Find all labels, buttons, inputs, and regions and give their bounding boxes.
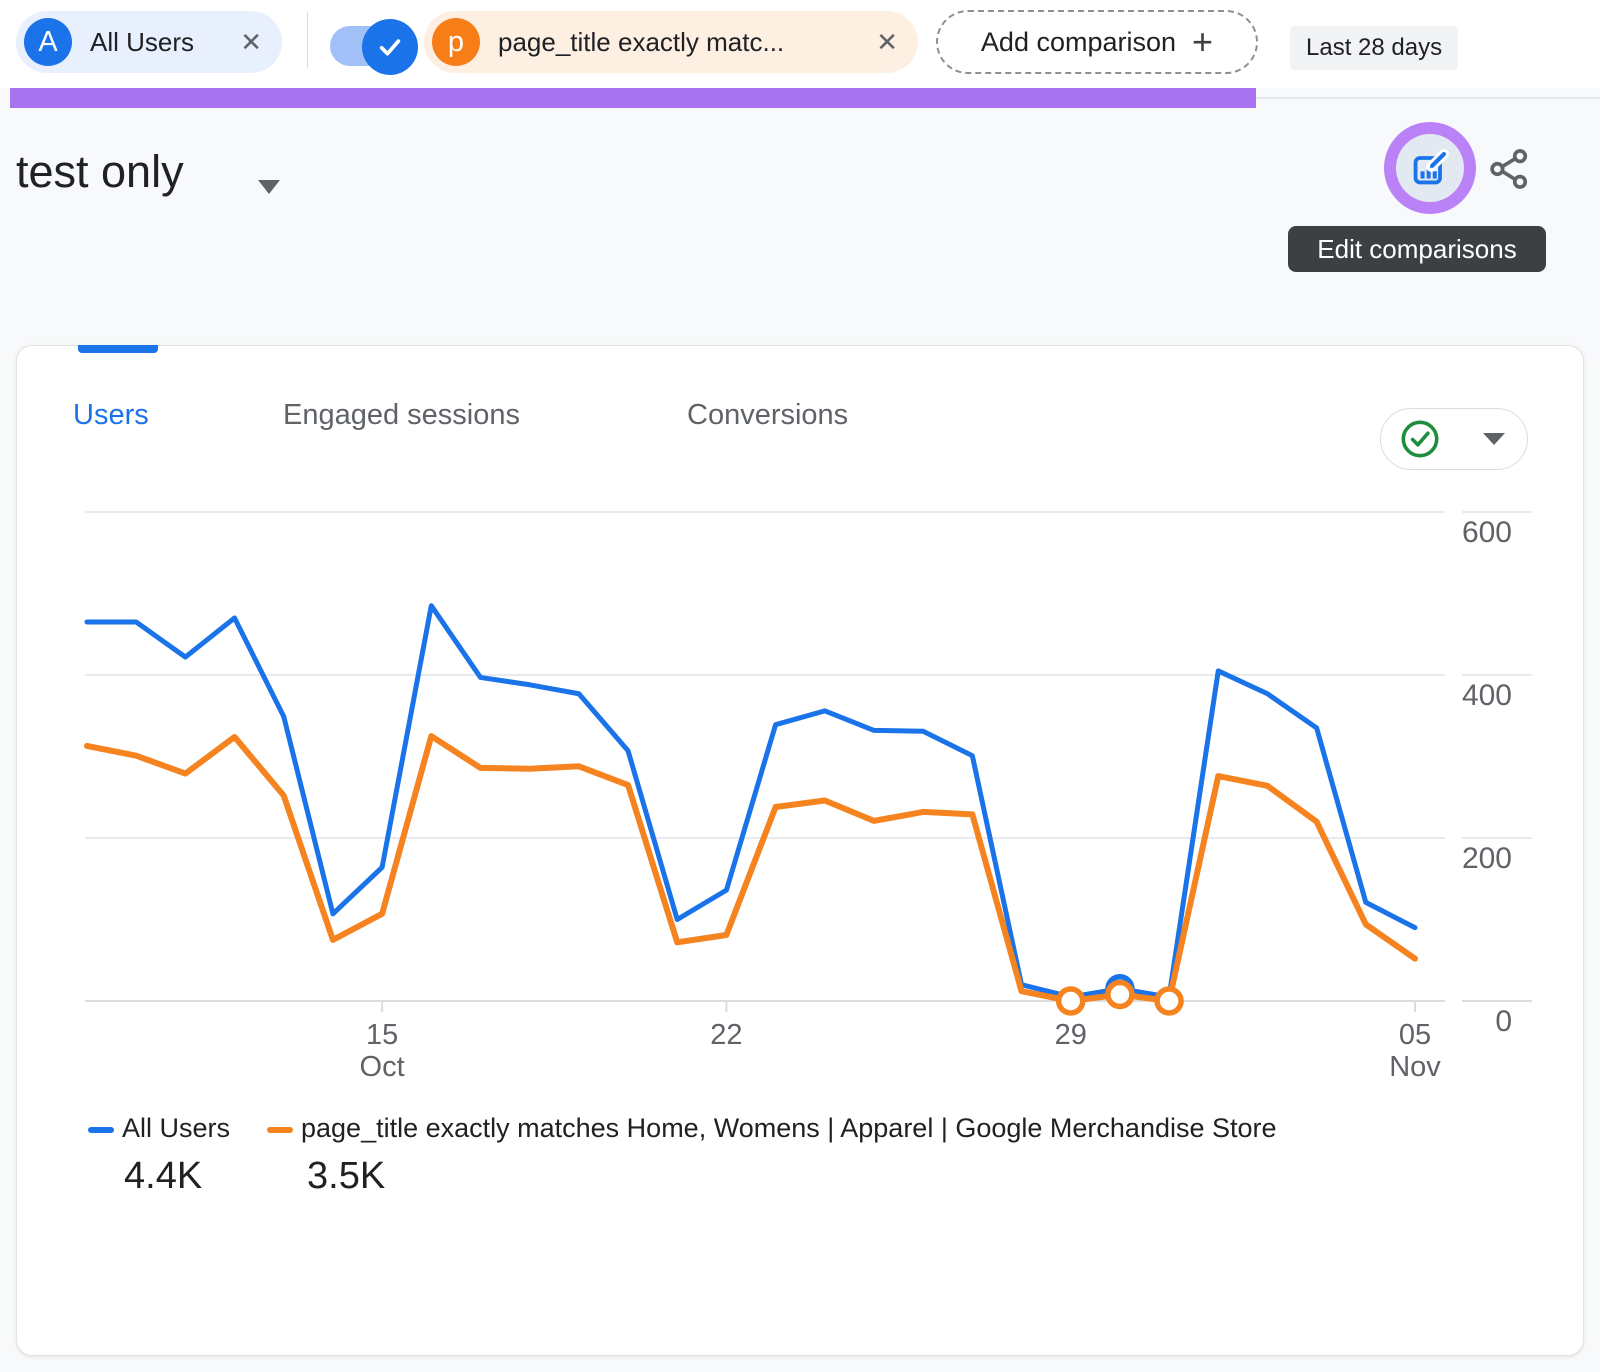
data-point-marker-page-title <box>1108 982 1132 1006</box>
series-line-page-title <box>87 736 1415 1001</box>
close-icon[interactable]: ✕ <box>876 27 898 58</box>
share-button[interactable] <box>1487 147 1531 191</box>
x-axis-sublabel: Nov <box>1389 1051 1441 1083</box>
x-axis-label: 05 <box>1399 1019 1431 1051</box>
chevron-down-icon[interactable] <box>258 180 280 194</box>
tab-engaged-sessions[interactable]: Engaged sessions <box>283 399 520 432</box>
comparison-avatar-a: A <box>24 18 72 66</box>
comparison-chip-all-users[interactable]: A All Users ✕ <box>16 11 282 73</box>
avatar-letter: p <box>448 26 464 59</box>
legend-dash-page-title <box>267 1127 293 1133</box>
users-line-chart: 600 400 200 0 15Oct 22 29 05Nov <box>0 440 1600 1090</box>
edit-chart-icon <box>1410 148 1450 188</box>
chip-label-all-users: All Users <box>90 27 194 58</box>
date-range-selector[interactable]: Last 28 days <box>1290 26 1458 70</box>
edit-comparisons-button[interactable] <box>1384 122 1476 214</box>
comparison-toggle[interactable] <box>330 19 420 75</box>
y-axis-label: 200 <box>1462 842 1512 875</box>
comparison-header: A All Users ✕ p page_title exactly matc.… <box>0 0 1600 88</box>
add-comparison-button[interactable]: Add comparison + <box>936 10 1258 74</box>
loading-progress-track <box>1256 97 1600 99</box>
avatar-letter: A <box>38 26 57 59</box>
toggle-thumb-checked <box>362 19 418 75</box>
legend-label-all-users: All Users <box>122 1113 230 1144</box>
y-axis-label: 400 <box>1462 679 1512 712</box>
y-axis-label: 0 <box>1495 1005 1512 1038</box>
ga4-report-page: A All Users ✕ p page_title exactly matc.… <box>0 0 1600 1372</box>
chip-label-page-title: page_title exactly matc... <box>498 27 784 58</box>
loading-progress-bar <box>10 88 1256 108</box>
header-divider <box>307 12 308 68</box>
x-axis-label: 22 <box>710 1019 742 1051</box>
add-comparison-label: Add comparison <box>981 27 1176 58</box>
legend-label-page-title: page_title exactly matches Home, Womens … <box>301 1113 1277 1144</box>
edit-comparisons-tooltip: Edit comparisons <box>1288 226 1546 272</box>
check-icon <box>375 32 405 62</box>
x-axis-label: 15 <box>366 1019 398 1051</box>
data-point-marker-page-title <box>1059 989 1083 1013</box>
tab-conversions[interactable]: Conversions <box>687 399 848 432</box>
close-icon[interactable]: ✕ <box>240 27 262 58</box>
comparison-chip-page-title[interactable]: p page_title exactly matc... ✕ <box>424 11 918 73</box>
tab-users[interactable]: Users <box>73 399 149 432</box>
comparison-avatar-p: p <box>432 18 480 66</box>
share-icon <box>1487 147 1531 191</box>
legend-dash-all-users <box>88 1127 114 1133</box>
page-title[interactable]: test only <box>16 146 184 198</box>
x-axis-label: 29 <box>1055 1019 1087 1051</box>
edit-comparisons-icon-bg <box>1396 134 1464 202</box>
x-axis-sublabel: Oct <box>360 1051 405 1083</box>
active-tab-indicator <box>78 345 158 353</box>
legend-total-all-users: 4.4K <box>124 1155 202 1198</box>
legend-total-page-title: 3.5K <box>307 1155 385 1198</box>
y-axis-label: 600 <box>1462 516 1512 549</box>
data-point-marker-page-title <box>1157 989 1181 1013</box>
